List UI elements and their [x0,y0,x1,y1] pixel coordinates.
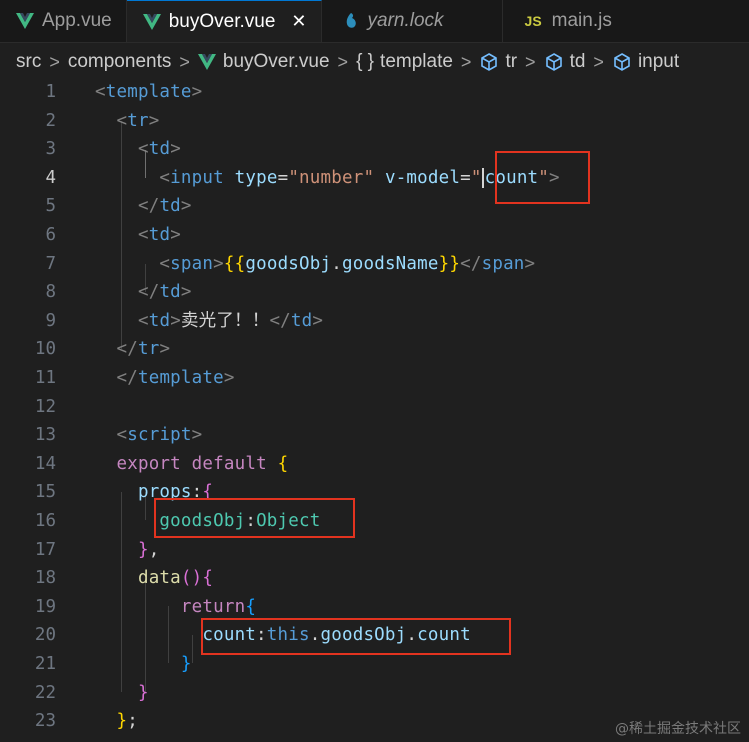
tab-label: App.vue [42,10,112,31]
tab-label: main.js [551,10,612,31]
tab-label: buyOver.vue [168,10,276,32]
chevron-right-icon: > [460,51,472,72]
code-editor[interactable]: 1 <template> 2 <tr> 3 <td> 4 <input type… [0,78,749,742]
breadcrumb-item[interactable]: tr [505,51,517,73]
line-number: 16 [34,511,56,531]
code-line: 16 goodsObj:Object [0,507,749,536]
line-number: 9 [45,310,56,331]
vue-icon [16,13,34,29]
line-number: 3 [45,139,56,160]
line-number: 5 [45,196,56,217]
code-text: export default { [116,453,289,474]
code-line: 10 </tr> [0,335,749,364]
braces-icon: { } [356,51,375,72]
line-number: 12 [34,396,56,417]
code-line: 1 <template> [0,78,749,107]
line-number: 6 [45,225,56,245]
code-text: <script> [116,425,203,446]
line-number: 23 [34,711,56,732]
code-text: }; [116,711,138,732]
line-number: 1 [45,82,56,102]
js-icon: JS [524,13,542,29]
code-line: 12 [0,393,749,422]
breadcrumb: src > components > buyOver.vue > { } tem… [0,44,749,80]
code-line: 6 <td> [0,221,749,250]
breadcrumb-item[interactable]: template [380,51,453,73]
tab-label: yarn.lock [367,10,444,31]
code-text: <span>{{goodsObj.goodsName}}</span> [159,253,536,274]
line-number: 7 [45,253,56,274]
yarn-icon [346,13,356,28]
chevron-right-icon: > [49,51,60,72]
breadcrumb-item[interactable]: buyOver.vue [223,51,330,73]
cube-icon [614,53,630,71]
code-line: 14 export default { [0,450,749,479]
line-number: 15 [34,482,56,503]
code-text: <td>卖光了！！</td> [137,310,324,331]
highlight-box-count-assign [201,618,511,655]
code-line: 18 data(){ [0,564,749,593]
code-text: <tr> [116,110,160,131]
highlight-box-count [495,151,590,204]
line-number: 22 [34,682,56,703]
cube-icon [481,53,498,71]
code-line: 15 props:{ [0,478,749,507]
breadcrumb-item[interactable]: td [570,51,586,73]
breadcrumb-item[interactable]: input [638,51,679,73]
code-text: </td> [137,196,192,217]
code-text: } [137,682,149,703]
code-text: <td> [137,139,181,160]
tab-main-js[interactable]: JS main.js [502,0,626,42]
line-number: 11 [34,368,56,388]
code-line: 5 </td> [0,192,749,221]
line-number: 2 [45,110,56,131]
code-line: 2 <tr> [0,107,749,136]
code-text: </tr> [116,339,171,360]
code-line: 13 <script> [0,421,749,450]
code-text: </td> [137,282,192,303]
breadcrumb-item[interactable]: src [16,51,41,73]
vue-icon [197,54,216,70]
chevron-right-icon: > [593,51,604,72]
chevron-right-icon: > [525,51,536,72]
code-text: data(){ [137,568,214,589]
code-text: <template> [95,82,203,102]
tab-app-vue[interactable]: App.vue [0,0,127,42]
line-number: 14 [34,453,56,474]
line-number: 17 [34,539,56,560]
code-line: 9 <td>卖光了！！</td> [0,307,749,336]
highlight-box-goodsobj [154,498,355,538]
code-text: }, [137,539,160,560]
line-number: 19 [34,596,56,617]
text-cursor [481,167,484,188]
code-line: 17 }, [0,536,749,565]
code-line: 11 </template> [0,364,749,393]
code-text: <input type="number" v-model=" count"> [159,167,560,188]
vue-icon [142,13,161,30]
chevron-right-icon: > [337,51,349,72]
line-number: 18 [34,568,56,589]
editor-tab-bar: App.vue buyOver.vue ✕ yarn.lock JS main.… [0,0,749,43]
line-number: 10 [34,339,56,360]
tab-buyover-vue[interactable]: buyOver.vue ✕ [126,0,322,42]
code-line: 22 } [0,679,749,708]
chevron-right-icon: > [179,51,190,72]
code-line: 3 <td> [0,135,749,164]
line-number: 21 [34,654,56,674]
cube-icon [545,53,562,71]
tab-yarn-lock[interactable]: yarn.lock [321,0,503,42]
code-text: } [180,654,192,674]
watermark: @稀土掘金技术社区 [615,721,741,737]
line-number: 8 [45,282,56,303]
code-line: 8 </td> [0,278,749,307]
line-number: 4 [45,167,56,188]
close-icon[interactable]: ✕ [291,11,306,32]
code-line: 4 <input type="number" v-model=" count"> [0,164,749,193]
line-number: 13 [34,425,56,446]
line-number: 20 [34,625,56,646]
code-text: </template> [116,368,235,388]
code-text: <td> [137,225,181,245]
code-line: 7 <span>{{goodsObj.goodsName}}</span> [0,250,749,279]
breadcrumb-item[interactable]: components [68,51,172,73]
